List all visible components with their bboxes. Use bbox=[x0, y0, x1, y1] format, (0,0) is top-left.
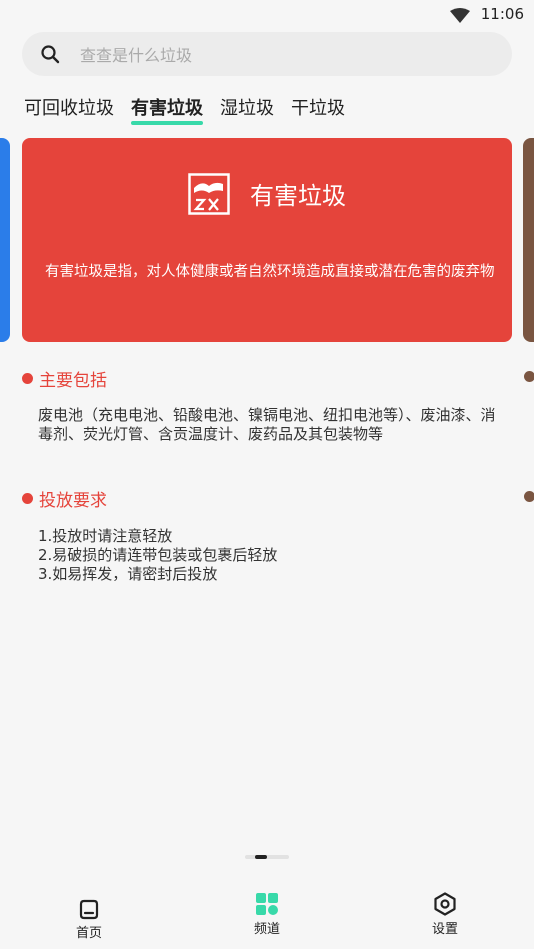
list-item: 2.易破损的请连带包装或包裹后轻放 bbox=[38, 546, 278, 564]
search-input[interactable] bbox=[78, 32, 482, 78]
section-body-disposal: 1.投放时请注意轻放 2.易破损的请连带包装或包裹后轻放 3.如易挥发，请密封后… bbox=[38, 527, 498, 584]
home-icon bbox=[79, 899, 99, 920]
tab-hazardous[interactable]: 有害垃圾 bbox=[131, 96, 203, 126]
nav-home[interactable]: 首页 bbox=[66, 898, 112, 941]
bottom-nav: 首页 频道 设置 bbox=[0, 880, 534, 949]
section-heading-label: 投放要求 bbox=[39, 491, 107, 511]
next-card-bullet bbox=[524, 371, 534, 382]
next-card-bullet bbox=[524, 491, 534, 502]
wifi-icon bbox=[450, 8, 470, 23]
search-bar[interactable] bbox=[22, 32, 512, 78]
list-item: 3.如易挥发，请密封后投放 bbox=[38, 565, 218, 583]
section-heading-includes: 主要包括 bbox=[22, 366, 107, 391]
page-indicator bbox=[245, 855, 289, 859]
clock: 11:06 bbox=[480, 5, 524, 23]
card-description: 有害垃圾是指，对人体健康或者自然环境造成直接或潜在危害的废弃物 bbox=[45, 264, 495, 280]
nav-channel-label: 频道 bbox=[253, 922, 280, 937]
tab-recyclable[interactable]: 可回收垃圾 bbox=[24, 96, 114, 126]
status-bar: 11:06 bbox=[0, 0, 534, 30]
card-title: 有害垃圾 bbox=[250, 182, 346, 210]
category-tabs: 可回收垃圾 有害垃圾 湿垃圾 干垃圾 bbox=[24, 96, 362, 126]
nav-settings-label: 设置 bbox=[431, 922, 458, 937]
grid-icon bbox=[256, 893, 278, 915]
tab-dry[interactable]: 干垃圾 bbox=[291, 96, 345, 126]
nav-home-label: 首页 bbox=[75, 926, 102, 941]
page-indicator-active bbox=[255, 855, 267, 859]
bullet-dot bbox=[22, 373, 33, 384]
category-card: 有害垃圾 有害垃圾是指，对人体健康或者自然环境造成直接或潜在危害的废弃物 bbox=[22, 138, 512, 342]
nav-settings[interactable]: 设置 bbox=[422, 892, 468, 937]
tab-wet[interactable]: 湿垃圾 bbox=[220, 96, 274, 126]
list-item: 1.投放时请注意轻放 bbox=[38, 527, 173, 545]
nav-channel[interactable]: 频道 bbox=[244, 892, 290, 937]
hazardous-waste-icon bbox=[188, 173, 230, 215]
section-body-includes: 废电池（充电电池、铅酸电池、镍镉电池、纽扣电池等）、废油漆、消毒剂、荧光灯管、含… bbox=[38, 406, 498, 444]
section-heading-label: 主要包括 bbox=[39, 371, 107, 391]
section-heading-disposal: 投放要求 bbox=[22, 486, 107, 511]
search-icon[interactable] bbox=[40, 44, 60, 64]
bullet-dot bbox=[22, 493, 33, 504]
section-text: 废电池（充电电池、铅酸电池、镍镉电池、纽扣电池等）、废油漆、消毒剂、荧光灯管、含… bbox=[38, 406, 496, 443]
carousel-prev-card[interactable] bbox=[0, 138, 10, 342]
settings-icon bbox=[434, 892, 456, 916]
carousel-next-card[interactable] bbox=[523, 138, 534, 342]
